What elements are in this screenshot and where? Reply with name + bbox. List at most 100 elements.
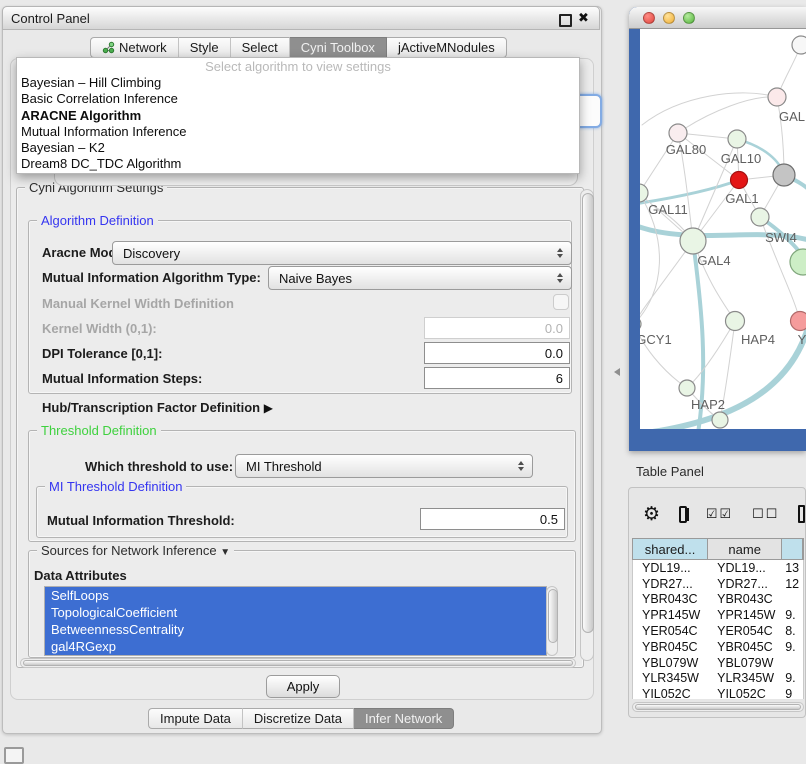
settings-hscrollbar[interactable] <box>20 658 576 668</box>
control-panel-titlebar: Control Panel ✖ <box>2 6 600 30</box>
settings-scrollbar[interactable] <box>580 189 594 661</box>
attribute-item-gal4rgexp[interactable]: gal4RGexp <box>45 638 546 655</box>
tab-cyni-toolbox[interactable]: Cyni Toolbox <box>290 37 387 58</box>
column-header-name[interactable]: name <box>708 539 782 559</box>
bottom-tab-infer-network[interactable]: Infer Network <box>354 708 454 729</box>
attributes-scrollbar[interactable] <box>546 586 558 656</box>
manual-kernel-width-checkbox[interactable] <box>553 294 569 310</box>
tab-label: Infer Network <box>365 709 442 728</box>
control-panel-title: Control Panel <box>11 11 90 26</box>
apply-button[interactable]: Apply <box>266 675 340 698</box>
tab-style[interactable]: Style <box>179 37 231 58</box>
table-row[interactable]: YBL079WYBL079W <box>633 655 803 671</box>
table-row[interactable]: YDR27...YDR27...12 <box>633 576 803 592</box>
manual-kernel-width-label: Manual Kernel Width Definition <box>42 296 234 311</box>
table-row[interactable]: YBR043CYBR043C <box>633 592 803 608</box>
table-row[interactable]: YLR345WYLR345W9. <box>633 671 803 687</box>
network-node[interactable] <box>751 208 769 226</box>
tab-label: Network <box>119 38 167 57</box>
bottom-tab-impute-data[interactable]: Impute Data <box>148 708 243 729</box>
control-panel-tab-bar: Network Style Select Cyni ToolboxjActiveMNo… <box>90 37 507 58</box>
table-row[interactable]: YIL052CYIL052C9 <box>633 686 803 699</box>
close-traffic-light-icon[interactable] <box>643 12 655 24</box>
mi-steps-field[interactable]: 6 <box>424 367 570 389</box>
table-header-row: shared...name <box>632 538 804 560</box>
network-node[interactable] <box>712 412 728 428</box>
combo-stepper-icon <box>553 273 567 283</box>
table-cell: 9. <box>782 671 803 685</box>
table-panel: ⚙ ☑☑ ☐☐ shared...name YDL19...YDL19...13YD… <box>628 487 806 718</box>
algorithm-option-bayesian-hill-climbing[interactable]: Bayesian – Hill Climbing <box>17 75 579 91</box>
network-canvas[interactable]: GALGAL80GAL10GAL1GAL11SWI4GAL4GCY1HAP4YH… <box>640 29 806 429</box>
network-node[interactable] <box>726 312 745 331</box>
gear-icon[interactable]: ⚙ <box>643 505 660 524</box>
network-node[interactable] <box>728 130 746 148</box>
tab-jactivemnodules[interactable]: jActiveMNodules <box>387 37 507 58</box>
network-node[interactable] <box>792 36 806 54</box>
table-cell: YBL079W <box>633 656 708 670</box>
network-node[interactable] <box>790 249 806 275</box>
table-hscrollbar[interactable] <box>632 702 804 712</box>
close-icon[interactable]: ✖ <box>578 10 589 26</box>
tab-select[interactable]: Select <box>231 37 290 58</box>
which-threshold-value: MI Threshold <box>236 459 514 474</box>
settings-hscrollbar-thumb[interactable] <box>23 660 573 666</box>
hub-factor-section-toggle[interactable]: Hub/Transcription Factor Definition ▶ <box>42 400 273 415</box>
sources-group-toggle[interactable]: Sources for Network Inference ▼ <box>37 543 234 558</box>
tab-label: Select <box>242 38 278 57</box>
node-label: GAL11 <box>648 202 688 217</box>
split-pane-collapse-icon[interactable] <box>614 368 620 376</box>
which-threshold-combobox[interactable]: MI Threshold <box>235 454 533 478</box>
algorithm-option-aracne-algorithm[interactable]: ARACNE Algorithm <box>17 108 579 124</box>
table-row[interactable]: YDL19...YDL19...13 <box>633 560 803 576</box>
attributes-scrollbar-thumb[interactable] <box>548 589 558 643</box>
hide-columns-icon[interactable]: ☐☐ <box>752 506 779 522</box>
network-node[interactable] <box>768 88 786 106</box>
network-node[interactable] <box>731 172 748 189</box>
tab-network[interactable]: Network <box>90 37 179 58</box>
table-row[interactable]: YPR145WYPR145W9. <box>633 607 803 623</box>
table-cell: YBR045C <box>633 640 708 654</box>
network-node[interactable] <box>773 164 795 186</box>
minimize-traffic-light-icon[interactable] <box>663 12 675 24</box>
combo-stepper-icon <box>514 461 528 471</box>
algorithm-option-dream8-dc-tdc-algorithm[interactable]: Dream8 DC_TDC Algorithm <box>17 156 579 172</box>
table-row[interactable]: YBR045CYBR045C9. <box>633 639 803 655</box>
data-attributes-list: SelfLoopsTopologicalCoefficientBetweenne… <box>44 586 547 656</box>
mi-threshold-field[interactable]: 0.5 <box>420 508 565 530</box>
network-node[interactable] <box>680 228 706 254</box>
attribute-item-topologicalcoefficient[interactable]: TopologicalCoefficient <box>45 604 546 621</box>
split-columns-icon[interactable] <box>679 506 687 523</box>
kernel-width-field[interactable]: 0.0 <box>424 317 570 339</box>
table-cell: 9. <box>782 640 803 654</box>
network-node[interactable] <box>640 317 641 331</box>
attribute-item-betweennesscentrality[interactable]: BetweennessCentrality <box>45 621 546 638</box>
algorithm-option-basic-correlation-inference[interactable]: Basic Correlation Inference <box>17 91 579 107</box>
settings-scrollbar-thumb[interactable] <box>582 193 594 633</box>
network-node[interactable] <box>791 312 806 331</box>
network-edge <box>687 321 735 388</box>
node-label: GAL80 <box>666 142 706 157</box>
column-header-shared[interactable]: shared... <box>633 539 708 559</box>
algorithm-option-bayesian-k2[interactable]: Bayesian – K2 <box>17 140 579 156</box>
float-window-icon[interactable] <box>559 14 572 27</box>
mi-algorithm-type-combobox[interactable]: Naive Bayes <box>268 266 572 290</box>
zoom-traffic-light-icon[interactable] <box>683 12 695 24</box>
minimized-panel-icon[interactable] <box>4 747 24 764</box>
network-node[interactable] <box>669 124 687 142</box>
table-cell: 12 <box>782 577 803 591</box>
bottom-tab-discretize-data[interactable]: Discretize Data <box>243 708 354 729</box>
table-hscrollbar-thumb[interactable] <box>635 704 801 710</box>
network-node[interactable] <box>679 380 695 396</box>
new-table-icon[interactable] <box>798 505 805 523</box>
table-row[interactable]: YER054CYER054C8. <box>633 623 803 639</box>
collapse-arrow-icon: ▼ <box>220 547 230 558</box>
attribute-item-selfloops[interactable]: SelfLoops <box>45 587 546 604</box>
algorithm-option-mutual-information-inference[interactable]: Mutual Information Inference <box>17 124 579 140</box>
show-columns-icon[interactable]: ☑☑ <box>706 506 733 522</box>
table-cell: 13 <box>782 561 803 575</box>
aracne-mode-combobox[interactable]: Discovery <box>112 241 572 265</box>
dpi-tolerance-field[interactable]: 0.0 <box>424 342 570 364</box>
column-header-2[interactable] <box>782 539 803 559</box>
table-cell: YPR145W <box>633 608 708 622</box>
